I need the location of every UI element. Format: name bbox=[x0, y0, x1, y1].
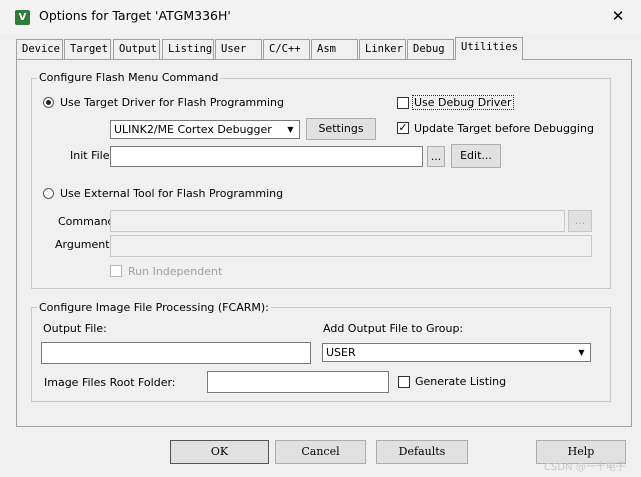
use-external-tool-radio[interactable] bbox=[43, 188, 54, 199]
cancel-button[interactable]: Cancel bbox=[275, 440, 366, 464]
generate-listing-checkbox[interactable] bbox=[398, 376, 410, 388]
init-file-browse-button[interactable]: ... bbox=[427, 146, 445, 167]
tab-asm[interactable]: Asm bbox=[311, 39, 358, 59]
flash-menu-group bbox=[31, 78, 611, 289]
init-file-label: Init File: bbox=[70, 149, 114, 162]
use-debug-driver-checkbox[interactable] bbox=[397, 97, 409, 109]
group-select-value: USER bbox=[326, 346, 356, 359]
tab-c-cpp[interactable]: C/C++ bbox=[263, 39, 310, 59]
tab-utilities[interactable]: Utilities bbox=[455, 37, 523, 60]
settings-button[interactable]: Settings bbox=[306, 118, 376, 140]
use-target-driver-radio[interactable] bbox=[43, 97, 54, 108]
root-folder-input[interactable] bbox=[207, 371, 389, 393]
init-file-input[interactable] bbox=[110, 146, 423, 167]
use-debug-driver-label: Use Debug Driver bbox=[412, 95, 514, 110]
background-fragment bbox=[0, 46, 8, 54]
close-icon[interactable]: ✕ bbox=[603, 4, 633, 28]
use-target-driver-label: Use Target Driver for Flash Programming bbox=[60, 96, 285, 109]
arguments-input[interactable] bbox=[110, 235, 592, 257]
tab-user[interactable]: User bbox=[215, 39, 262, 59]
update-target-label: Update Target before Debugging bbox=[414, 122, 594, 135]
run-independent-label: Run Independent bbox=[128, 265, 223, 278]
output-file-label: Output File: bbox=[43, 322, 107, 335]
app-icon: V bbox=[15, 10, 30, 25]
tab-target[interactable]: Target bbox=[64, 39, 111, 59]
driver-select-value: ULINK2/ME Cortex Debugger bbox=[114, 123, 272, 136]
add-output-label: Add Output File to Group: bbox=[323, 322, 464, 335]
group-select[interactable]: USER ▼ bbox=[322, 343, 591, 362]
chevron-down-icon: ▼ bbox=[574, 345, 589, 360]
ok-button[interactable]: OK bbox=[170, 440, 269, 464]
watermark: CSDN @一十电子 bbox=[544, 462, 626, 473]
run-independent-checkbox[interactable] bbox=[110, 265, 122, 277]
command-input[interactable] bbox=[110, 210, 565, 232]
edit-button[interactable]: Edit... bbox=[451, 144, 501, 168]
tab-listing[interactable]: Listing bbox=[162, 39, 214, 59]
tab-output[interactable]: Output bbox=[113, 39, 160, 59]
update-target-checkbox[interactable]: ✓ bbox=[397, 122, 409, 134]
image-processing-legend: Configure Image File Processing (FCARM): bbox=[37, 301, 271, 314]
tab-debug[interactable]: Debug bbox=[407, 39, 454, 59]
window-title: Options for Target 'ATGM336H' bbox=[39, 8, 231, 23]
chevron-down-icon: ▼ bbox=[283, 122, 298, 137]
defaults-button[interactable]: Defaults bbox=[376, 440, 468, 464]
tab-linker[interactable]: Linker bbox=[359, 39, 406, 59]
output-file-input[interactable] bbox=[41, 342, 311, 364]
root-folder-label: Image Files Root Folder: bbox=[44, 376, 176, 389]
generate-listing-label: Generate Listing bbox=[415, 375, 507, 388]
tab-device[interactable]: Device bbox=[16, 39, 63, 59]
command-browse-button[interactable]: ... bbox=[568, 210, 592, 232]
flash-menu-legend: Configure Flash Menu Command bbox=[37, 71, 221, 84]
use-external-tool-label: Use External Tool for Flash Programming bbox=[60, 187, 284, 200]
driver-select[interactable]: ULINK2/ME Cortex Debugger ▼ bbox=[110, 120, 300, 139]
